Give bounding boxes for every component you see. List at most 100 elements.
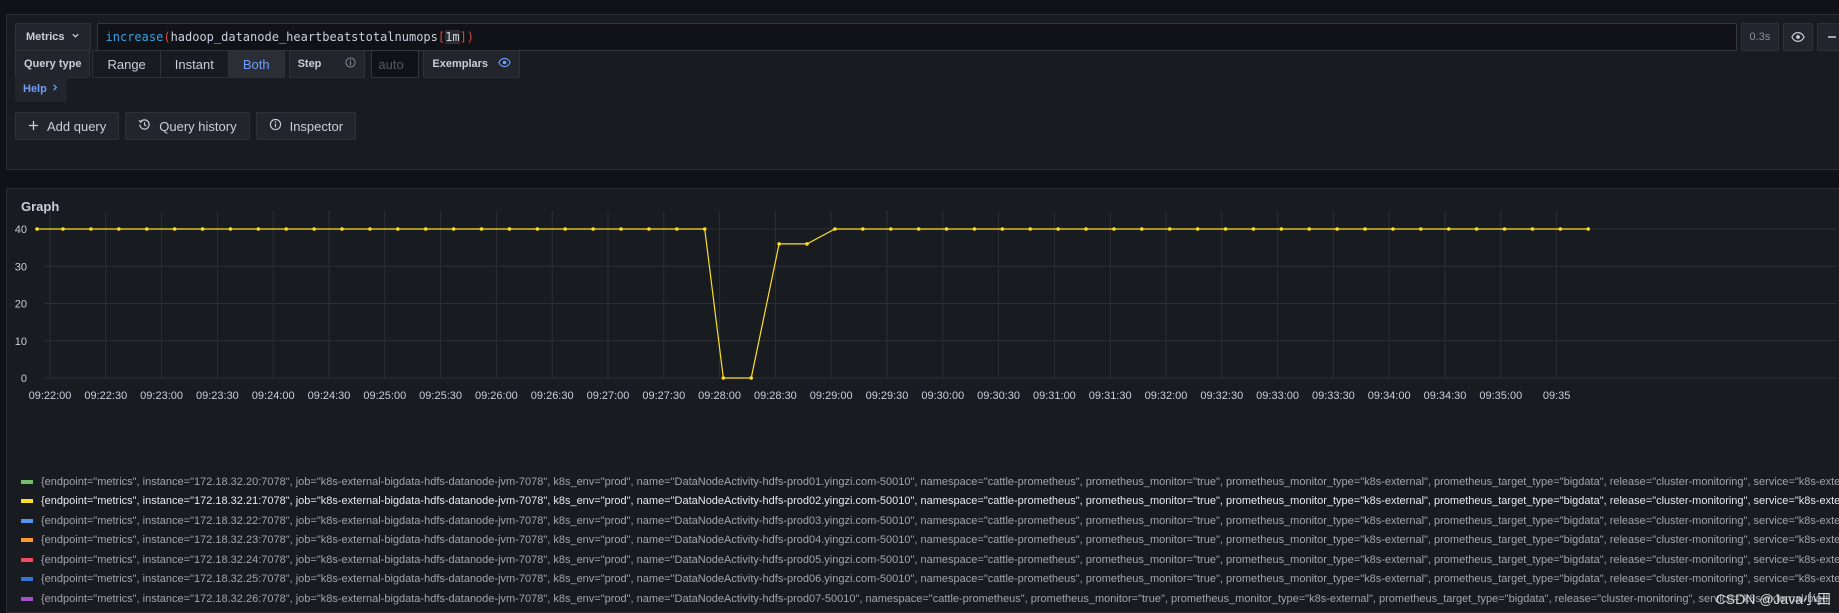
data-point <box>944 227 949 231</box>
legend-label: {endpoint="metrics", instance="172.18.32… <box>41 495 1839 508</box>
data-point <box>916 227 921 231</box>
data-point <box>1223 227 1228 231</box>
data-point <box>647 227 651 231</box>
legend-item[interactable]: {endpoint="metrics", instance="172.18.32… <box>21 589 1839 609</box>
legend-item[interactable]: {endpoint="metrics", instance="172.18.32… <box>21 492 1839 512</box>
data-point <box>721 376 726 380</box>
x-tick-label: 09:24:30 <box>308 390 351 402</box>
data-point <box>89 227 93 231</box>
add-query-button[interactable]: Add query <box>15 112 120 140</box>
data-point <box>1279 227 1284 231</box>
y-tick-label: 40 <box>15 224 27 236</box>
data-point <box>1056 227 1060 231</box>
y-tick-label: 10 <box>15 336 27 348</box>
help-button[interactable]: Help <box>15 76 67 102</box>
legend-label: {endpoint="metrics", instance="172.18.32… <box>41 475 1839 488</box>
query-row: Metrics increase(hadoop_datanode_heartbe… <box>15 23 1839 51</box>
query-metric-name: hadoop_datanode_heartbeatstotalnumops <box>170 30 438 44</box>
data-point <box>749 376 754 380</box>
query-function: increase <box>105 30 164 44</box>
data-point <box>423 227 428 231</box>
query-history-button[interactable]: Query history <box>125 112 250 140</box>
data-point <box>1586 227 1591 231</box>
legend-swatch <box>21 499 33 504</box>
legend-item[interactable]: {endpoint="metrics", instance="172.18.32… <box>21 472 1839 492</box>
help-label: Help <box>23 83 47 95</box>
x-tick-label: 09:33:30 <box>1312 390 1355 402</box>
minus-icon[interactable] <box>1817 23 1839 51</box>
help-row: Help <box>15 76 67 102</box>
data-point <box>256 227 261 231</box>
metrics-browser-button[interactable]: Metrics <box>15 23 91 51</box>
query-type-instant[interactable]: Instant <box>161 51 229 77</box>
legend-item[interactable]: {endpoint="metrics", instance="172.18.32… <box>21 511 1839 531</box>
data-point <box>1307 227 1312 231</box>
data-point <box>535 227 540 231</box>
legend-label: {endpoint="metrics", instance="172.18.32… <box>41 573 1839 586</box>
actions-row: Add query Query history Inspector <box>15 112 362 140</box>
data-point <box>1028 227 1033 231</box>
data-point <box>1251 227 1256 231</box>
x-tick-label: 09:22:30 <box>84 390 127 402</box>
chevron-right-icon <box>51 83 59 95</box>
query-time: 0.3s <box>1740 23 1780 51</box>
legend-swatch <box>21 596 33 601</box>
eye-icon[interactable] <box>1783 23 1814 51</box>
data-point <box>1167 227 1172 231</box>
query-type-radio-group: Range Instant Both <box>92 50 285 78</box>
legend-swatch <box>21 518 33 523</box>
data-point <box>117 227 121 231</box>
y-tick-label: 30 <box>15 261 27 273</box>
chevron-down-icon <box>71 31 80 43</box>
data-point <box>451 227 456 231</box>
data-point <box>1363 227 1367 231</box>
info-icon[interactable] <box>345 57 356 71</box>
data-point <box>972 227 977 231</box>
data-point <box>396 227 400 231</box>
query-options-row: Query type Range Instant Both Step auto … <box>15 50 521 78</box>
data-point <box>1502 227 1507 231</box>
legend-item[interactable]: {endpoint="metrics", instance="172.18.32… <box>21 570 1839 590</box>
x-tick-label: 09:27:30 <box>642 390 685 402</box>
x-tick-label: 09:26:00 <box>475 390 518 402</box>
inspector-button[interactable]: Inspector <box>255 112 357 140</box>
data-point <box>312 227 316 231</box>
query-type-range[interactable]: Range <box>93 51 161 77</box>
x-tick-label: 09:35 <box>1543 390 1571 402</box>
inspector-label: Inspector <box>289 118 344 134</box>
data-point <box>35 227 39 231</box>
data-point <box>1446 227 1451 231</box>
legend-item[interactable]: {endpoint="metrics", instance="172.18.32… <box>21 531 1839 551</box>
x-tick-label: 09:31:00 <box>1033 390 1076 402</box>
x-tick-label: 09:22:00 <box>29 390 72 402</box>
query-editor-panel: Metrics increase(hadoop_datanode_heartbe… <box>6 14 1839 170</box>
x-tick-label: 09:23:00 <box>140 390 183 402</box>
watermark: CSDN @Java小田 <box>1715 591 1831 607</box>
promql-query-input[interactable]: increase(hadoop_datanode_heartbeatstotal… <box>96 23 1737 51</box>
x-tick-label: 09:30:00 <box>921 390 964 402</box>
step-input[interactable]: auto <box>371 50 420 78</box>
data-point <box>1474 227 1479 231</box>
legend-swatch <box>21 577 33 582</box>
exemplars-toggle[interactable]: Exemplars <box>423 50 521 78</box>
x-tick-label: 09:29:00 <box>810 390 853 402</box>
legend-swatch <box>21 479 33 484</box>
data-point <box>591 227 595 231</box>
data-point <box>368 227 372 231</box>
x-tick-label: 09:26:30 <box>531 390 574 402</box>
legend-swatch <box>21 538 33 543</box>
x-tick-label: 09:34:00 <box>1368 390 1411 402</box>
data-point <box>200 227 205 231</box>
data-point <box>861 227 865 231</box>
y-tick-label: 0 <box>21 373 27 385</box>
history-icon <box>138 118 151 134</box>
legend-item[interactable]: {endpoint="metrics", instance="172.18.32… <box>21 550 1839 570</box>
x-tick-label: 09:32:30 <box>1200 390 1243 402</box>
legend-label: {endpoint="metrics", instance="172.18.32… <box>41 553 1839 566</box>
x-tick-label: 09:28:00 <box>698 390 741 402</box>
x-tick-label: 09:27:00 <box>587 390 630 402</box>
data-point <box>1391 227 1395 231</box>
query-type-both[interactable]: Both <box>228 51 284 77</box>
x-tick-label: 09:25:00 <box>363 390 406 402</box>
x-tick-label: 09:35:00 <box>1479 390 1522 402</box>
